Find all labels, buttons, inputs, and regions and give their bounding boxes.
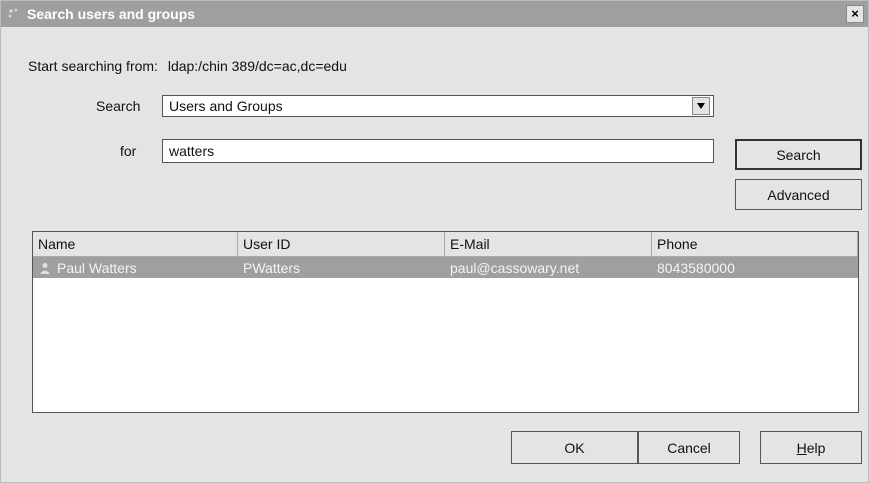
column-header-name[interactable]: Name <box>33 232 238 256</box>
app-icon <box>5 5 23 23</box>
cell-user-id: PWatters <box>243 259 301 276</box>
chevron-down-icon[interactable] <box>692 97 710 115</box>
ok-button[interactable]: OK <box>511 431 638 464</box>
advanced-button[interactable]: Advanced <box>735 179 862 210</box>
start-searching-row: Start searching from: ldap:/chin 389/dc=… <box>28 58 347 74</box>
column-header-user-id[interactable]: User ID <box>238 232 445 256</box>
cell-phone: 8043580000 <box>657 259 735 276</box>
cell-name-text: Paul Watters <box>57 259 137 276</box>
column-header-phone[interactable]: Phone <box>652 232 858 256</box>
for-label: for <box>120 143 137 159</box>
search-label: Search <box>96 98 141 114</box>
title-bar[interactable]: Search users and groups × <box>1 1 868 27</box>
cancel-button[interactable]: Cancel <box>638 431 740 464</box>
help-button[interactable]: Help <box>760 431 862 464</box>
column-header-email[interactable]: E-Mail <box>445 232 652 256</box>
start-path: ldap:/chin 389/dc=ac,dc=edu <box>167 58 347 74</box>
cell-email: paul@cassowary.net <box>450 259 580 276</box>
close-button[interactable]: × <box>846 5 864 23</box>
help-label-rest: elp <box>806 439 826 456</box>
search-button[interactable]: Search <box>735 139 862 170</box>
search-type-select[interactable]: Users and Groups <box>162 95 714 117</box>
search-dialog: Search users and groups × Start searchin… <box>0 0 869 483</box>
user-icon <box>38 261 52 275</box>
cell-name: Paul Watters <box>33 257 238 278</box>
window-title: Search users and groups <box>27 6 196 22</box>
start-label: Start searching from: <box>28 58 158 74</box>
search-for-input[interactable] <box>162 139 714 163</box>
results-table[interactable]: Name User ID E-Mail Phone Paul Watters P… <box>32 231 859 413</box>
table-header: Name User ID E-Mail Phone <box>33 232 858 257</box>
table-row[interactable]: Paul Watters PWatters paul@cassowary.net… <box>33 257 858 278</box>
help-mnemonic: H <box>796 439 807 456</box>
search-type-value: Users and Groups <box>169 98 283 114</box>
